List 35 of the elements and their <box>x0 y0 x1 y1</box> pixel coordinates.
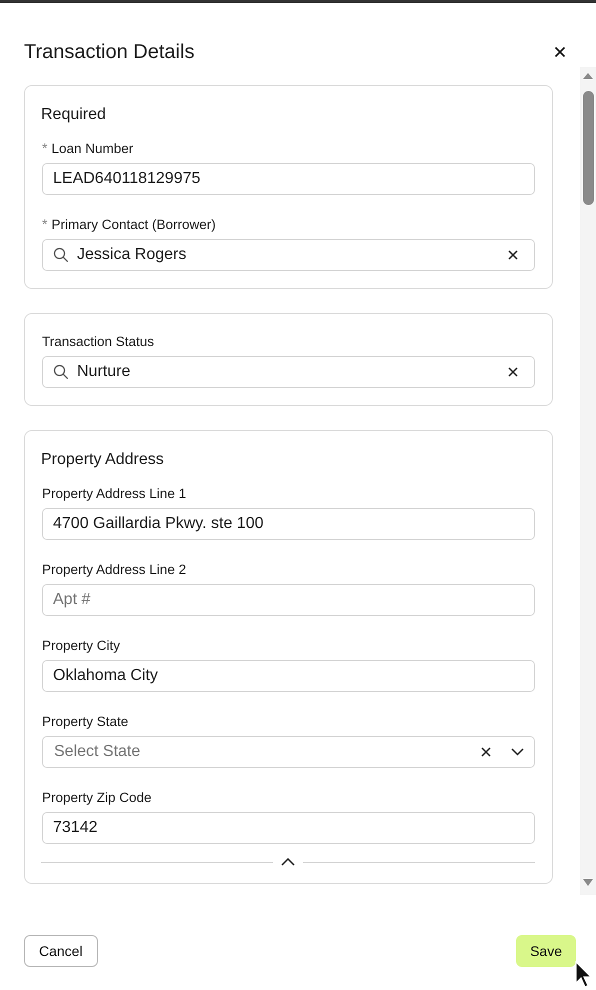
input-field[interactable]: LEAD640118129975 <box>42 163 535 195</box>
search-field[interactable]: Nurture <box>42 356 535 388</box>
field-label: Property State <box>42 714 128 728</box>
field-label: Property City <box>42 638 120 652</box>
close-button[interactable] <box>552 44 568 60</box>
search-icon <box>53 247 69 263</box>
chevron-down-icon[interactable] <box>511 748 524 756</box>
required-marker: * <box>42 216 48 232</box>
input-field[interactable]: 73142 <box>42 812 535 844</box>
dialog-title: Transaction Details <box>24 40 194 64</box>
field-label: Property Zip Code <box>42 790 152 804</box>
field-label: Property Address Line 2 <box>42 562 186 576</box>
cancel-button[interactable]: Cancel <box>24 935 98 967</box>
clear-icon[interactable] <box>508 250 518 260</box>
search-icon <box>53 364 69 380</box>
field-value: Nurture <box>77 363 132 381</box>
field-value: Jessica Rogers <box>77 246 188 264</box>
field-label: Transaction Status <box>42 334 154 348</box>
input-field[interactable]: 4700 Gaillardia Pkwy. ste 100 <box>42 508 535 540</box>
select-field[interactable]: Select State <box>42 736 535 768</box>
input-field[interactable]: Apt # <box>42 584 535 616</box>
search-field[interactable]: Jessica Rogers <box>42 239 535 271</box>
clear-icon[interactable] <box>508 367 518 377</box>
clear-icon[interactable] <box>481 747 491 757</box>
section-heading: Required <box>41 105 107 125</box>
collapse-caret-icon[interactable] <box>281 858 295 866</box>
field-placeholder: Select State <box>53 743 142 761</box>
scrollbar[interactable] <box>580 67 596 895</box>
section-heading: Property Address <box>41 450 165 470</box>
input-field[interactable]: Oklahoma City <box>42 660 535 692</box>
field-label: Loan Number <box>51 140 134 156</box>
field-label: Property Address Line 1 <box>42 486 186 500</box>
field-label: Primary Contact (Borrower) <box>51 216 216 232</box>
save-button[interactable]: Save <box>516 935 576 967</box>
required-marker: * <box>42 140 48 156</box>
